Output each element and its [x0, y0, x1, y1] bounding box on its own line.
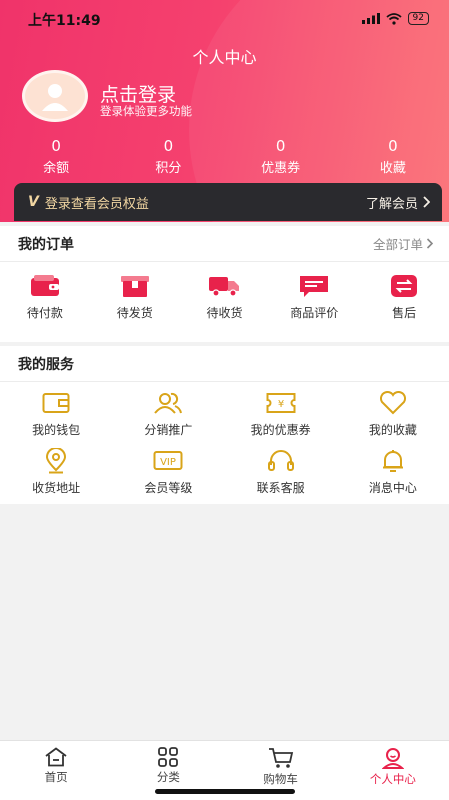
tab-profile[interactable]: 个人中心: [337, 741, 449, 800]
coupon-icon: ¥: [266, 393, 296, 413]
service-vip-level[interactable]: VIP 会员等级: [112, 448, 224, 496]
vip-link-label: 了解会员: [365, 196, 418, 212]
stat-value: 0: [51, 137, 61, 155]
service-coupons[interactable]: ¥ 我的优惠券: [225, 390, 337, 438]
stat-label: 积分: [155, 161, 182, 176]
vip-text: 登录查看会员权益: [44, 196, 149, 212]
service-label: 联系客服: [256, 481, 305, 495]
wifi-icon: [385, 12, 402, 25]
user-avatar-icon: [42, 84, 68, 111]
exchange-icon: [391, 275, 418, 297]
status-time: 上午11:49: [28, 13, 101, 29]
vip-banner[interactable]: V 登录查看会员权益 了解会员: [14, 183, 442, 221]
wallet-icon: [42, 393, 70, 413]
signal-icon: [361, 13, 380, 24]
order-after-sales[interactable]: 售后: [359, 274, 449, 321]
profile-header: 上午11:49 92 个人中心 点击登录 登录体验更多功能 0 余额 0 积分 …: [0, 0, 449, 222]
login-subtitle: 登录体验更多功能: [100, 104, 192, 118]
service-favorites[interactable]: 我的收藏: [337, 390, 449, 438]
stat-value: 0: [388, 137, 398, 155]
order-status-row: 待付款 待发货 待收货 商品评价 售后: [0, 262, 449, 321]
order-label: 待收货: [206, 306, 243, 320]
services-header: 我的服务: [0, 346, 449, 382]
status-icons: 92: [361, 12, 429, 25]
vip-icon: VIP: [153, 451, 183, 470]
service-address[interactable]: 收货地址: [0, 448, 112, 496]
stat-points[interactable]: 0 积分: [112, 137, 224, 176]
stat-value: 0: [275, 137, 286, 155]
service-label: 我的钱包: [32, 423, 81, 437]
order-pending-shipment[interactable]: 待发货: [90, 274, 180, 321]
svg-text:VIP: VIP: [160, 457, 176, 468]
service-label: 我的优惠券: [250, 423, 311, 437]
chevron-right-icon: [426, 238, 433, 249]
stat-coupons[interactable]: 0 优惠券: [225, 137, 337, 176]
order-pending-payment[interactable]: 待付款: [0, 274, 90, 321]
stat-value: 0: [163, 137, 174, 155]
tab-label: 分类: [156, 770, 180, 784]
orders-header: 我的订单 全部订单: [0, 226, 449, 262]
stat-label: 余额: [43, 161, 70, 176]
service-label: 分销推广: [144, 423, 193, 437]
wallet-icon: [30, 275, 59, 296]
vip-mark-icon: V: [28, 194, 39, 210]
battery-indicator: 92: [407, 12, 429, 25]
heart-icon: [379, 391, 406, 415]
services-title: 我的服务: [18, 356, 74, 373]
status-bar: 上午11:49 92: [0, 0, 449, 36]
orders-title: 我的订单: [18, 236, 74, 253]
service-label: 我的收藏: [368, 423, 417, 437]
stat-label: 优惠券: [261, 161, 301, 176]
service-label: 消息中心: [368, 481, 417, 495]
tab-label: 首页: [44, 770, 68, 784]
all-orders-link[interactable]: 全部订单: [373, 234, 433, 253]
service-wallet[interactable]: 我的钱包: [0, 390, 112, 438]
vip-info: V 登录查看会员权益: [28, 193, 149, 212]
service-messages[interactable]: 消息中心: [337, 448, 449, 496]
orders-card: 我的订单 全部订单 待付款 待发货 待收货 商品评价 售后: [0, 226, 449, 342]
users-icon: [154, 392, 183, 414]
tab-label: 个人中心: [369, 772, 416, 786]
tab-home[interactable]: 首页: [0, 741, 112, 800]
order-label: 待发货: [116, 306, 153, 320]
comment-icon: [300, 276, 329, 297]
profile-icon: [381, 748, 404, 769]
order-review[interactable]: 商品评价: [269, 274, 359, 321]
order-pending-receipt[interactable]: 待收货: [180, 274, 270, 321]
box-icon: [120, 276, 149, 297]
service-label: 会员等级: [144, 481, 193, 495]
stat-favorites[interactable]: 0 收藏: [337, 137, 449, 176]
order-label: 售后: [392, 306, 417, 320]
category-icon: [158, 747, 179, 767]
location-icon: [46, 448, 67, 474]
cart-icon: [268, 748, 293, 768]
page-title: 个人中心: [192, 48, 257, 67]
bell-icon: [382, 450, 403, 472]
chevron-right-icon: [423, 196, 430, 208]
all-orders-label: 全部订单: [372, 237, 423, 252]
stat-balance[interactable]: 0 余额: [0, 137, 112, 176]
avatar[interactable]: [22, 70, 88, 122]
services-grid: 我的钱包 分销推广 ¥ 我的优惠券 我的收藏 收货地址 VIP 会员等级 联系客…: [0, 382, 449, 496]
home-indicator: [155, 789, 295, 794]
order-label: 待付款: [26, 306, 63, 320]
truck-icon: [209, 277, 240, 297]
tab-label: 购物车: [263, 772, 298, 786]
service-customer-support[interactable]: 联系客服: [225, 448, 337, 496]
stats-row: 0 余额 0 积分 0 优惠券 0 收藏: [0, 137, 449, 176]
stat-label: 收藏: [379, 161, 406, 176]
vip-learn-more[interactable]: 了解会员: [366, 193, 430, 212]
svg-text:¥: ¥: [277, 399, 283, 410]
service-label: 收货地址: [32, 481, 81, 495]
home-icon: [45, 747, 67, 767]
order-label: 商品评价: [290, 306, 339, 320]
service-distribution[interactable]: 分销推广: [112, 390, 224, 438]
services-card: 我的服务 我的钱包 分销推广 ¥ 我的优惠券 我的收藏 收货地址 VIP 会员等…: [0, 346, 449, 504]
headset-icon: [267, 450, 294, 471]
